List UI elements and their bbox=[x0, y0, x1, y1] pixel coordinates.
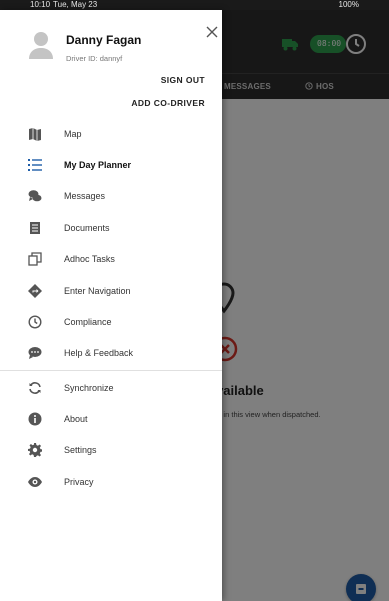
status-bar: 10:10 Tue, May 23 100% bbox=[0, 0, 389, 10]
menu-item-map[interactable]: Map bbox=[0, 118, 222, 149]
gear-icon bbox=[28, 443, 42, 458]
map-icon bbox=[28, 127, 42, 141]
chat-bubbles-icon bbox=[28, 189, 42, 203]
sign-out-button[interactable]: SIGN OUT bbox=[161, 75, 205, 85]
avatar-icon bbox=[29, 32, 53, 59]
menu-item-about[interactable]: About bbox=[0, 403, 222, 434]
screen: 10:10 Tue, May 23 100% 08:00 MESSAGES bbox=[0, 0, 389, 601]
menu-item-messages[interactable]: Messages bbox=[0, 181, 222, 212]
menu-item-label: About bbox=[64, 414, 88, 425]
feedback-icon bbox=[28, 346, 42, 360]
clock-icon bbox=[28, 315, 42, 329]
menu-divider bbox=[0, 370, 222, 371]
menu-item-adhoc-tasks[interactable]: Adhoc Tasks bbox=[0, 244, 222, 275]
status-date: Tue, May 23 bbox=[53, 0, 98, 9]
menu-item-privacy[interactable]: Privacy bbox=[0, 466, 222, 497]
menu-item-my-day-planner[interactable]: My Day Planner bbox=[0, 149, 222, 180]
menu-item-label: Settings bbox=[64, 445, 97, 456]
tasks-icon bbox=[28, 252, 42, 266]
battery-level: 100% bbox=[338, 0, 359, 9]
secondary-menu: Synchronize About Settings Privacy bbox=[0, 372, 222, 498]
menu-item-label: Enter Navigation bbox=[64, 285, 131, 296]
add-co-driver-button[interactable]: ADD CO-DRIVER bbox=[131, 98, 205, 108]
menu-item-label: Adhoc Tasks bbox=[64, 254, 115, 265]
document-icon bbox=[28, 221, 42, 235]
menu-item-label: Compliance bbox=[64, 317, 112, 328]
close-icon[interactable] bbox=[206, 26, 218, 38]
menu-item-compliance[interactable]: Compliance bbox=[0, 306, 222, 337]
navigation-drawer: Danny Fagan Driver ID: dannyf SIGN OUT A… bbox=[0, 10, 222, 601]
main-menu: Map My Day Planner Messages Documents Ad… bbox=[0, 118, 222, 369]
menu-item-label: Help & Feedback bbox=[64, 348, 134, 359]
menu-item-settings[interactable]: Settings bbox=[0, 435, 222, 466]
sync-icon bbox=[28, 381, 42, 395]
menu-item-label: Synchronize bbox=[64, 382, 114, 393]
menu-item-label: Map bbox=[64, 128, 82, 139]
menu-item-documents[interactable]: Documents bbox=[0, 212, 222, 243]
status-time: 10:10 bbox=[30, 0, 51, 9]
menu-item-help-feedback[interactable]: Help & Feedback bbox=[0, 338, 222, 369]
menu-item-label: My Day Planner bbox=[64, 160, 132, 171]
menu-item-label: Documents bbox=[64, 222, 110, 233]
menu-item-enter-navigation[interactable]: Enter Navigation bbox=[0, 275, 222, 306]
navigation-diamond-icon bbox=[28, 283, 42, 298]
menu-item-label: Messages bbox=[64, 191, 106, 202]
menu-item-label: Privacy bbox=[64, 476, 94, 487]
list-icon bbox=[28, 158, 42, 172]
user-name: Danny Fagan bbox=[66, 33, 142, 47]
menu-item-synchronize[interactable]: Synchronize bbox=[0, 372, 222, 403]
driver-id: Driver ID: dannyf bbox=[66, 54, 123, 63]
info-icon bbox=[28, 412, 42, 426]
eye-icon bbox=[28, 475, 42, 489]
